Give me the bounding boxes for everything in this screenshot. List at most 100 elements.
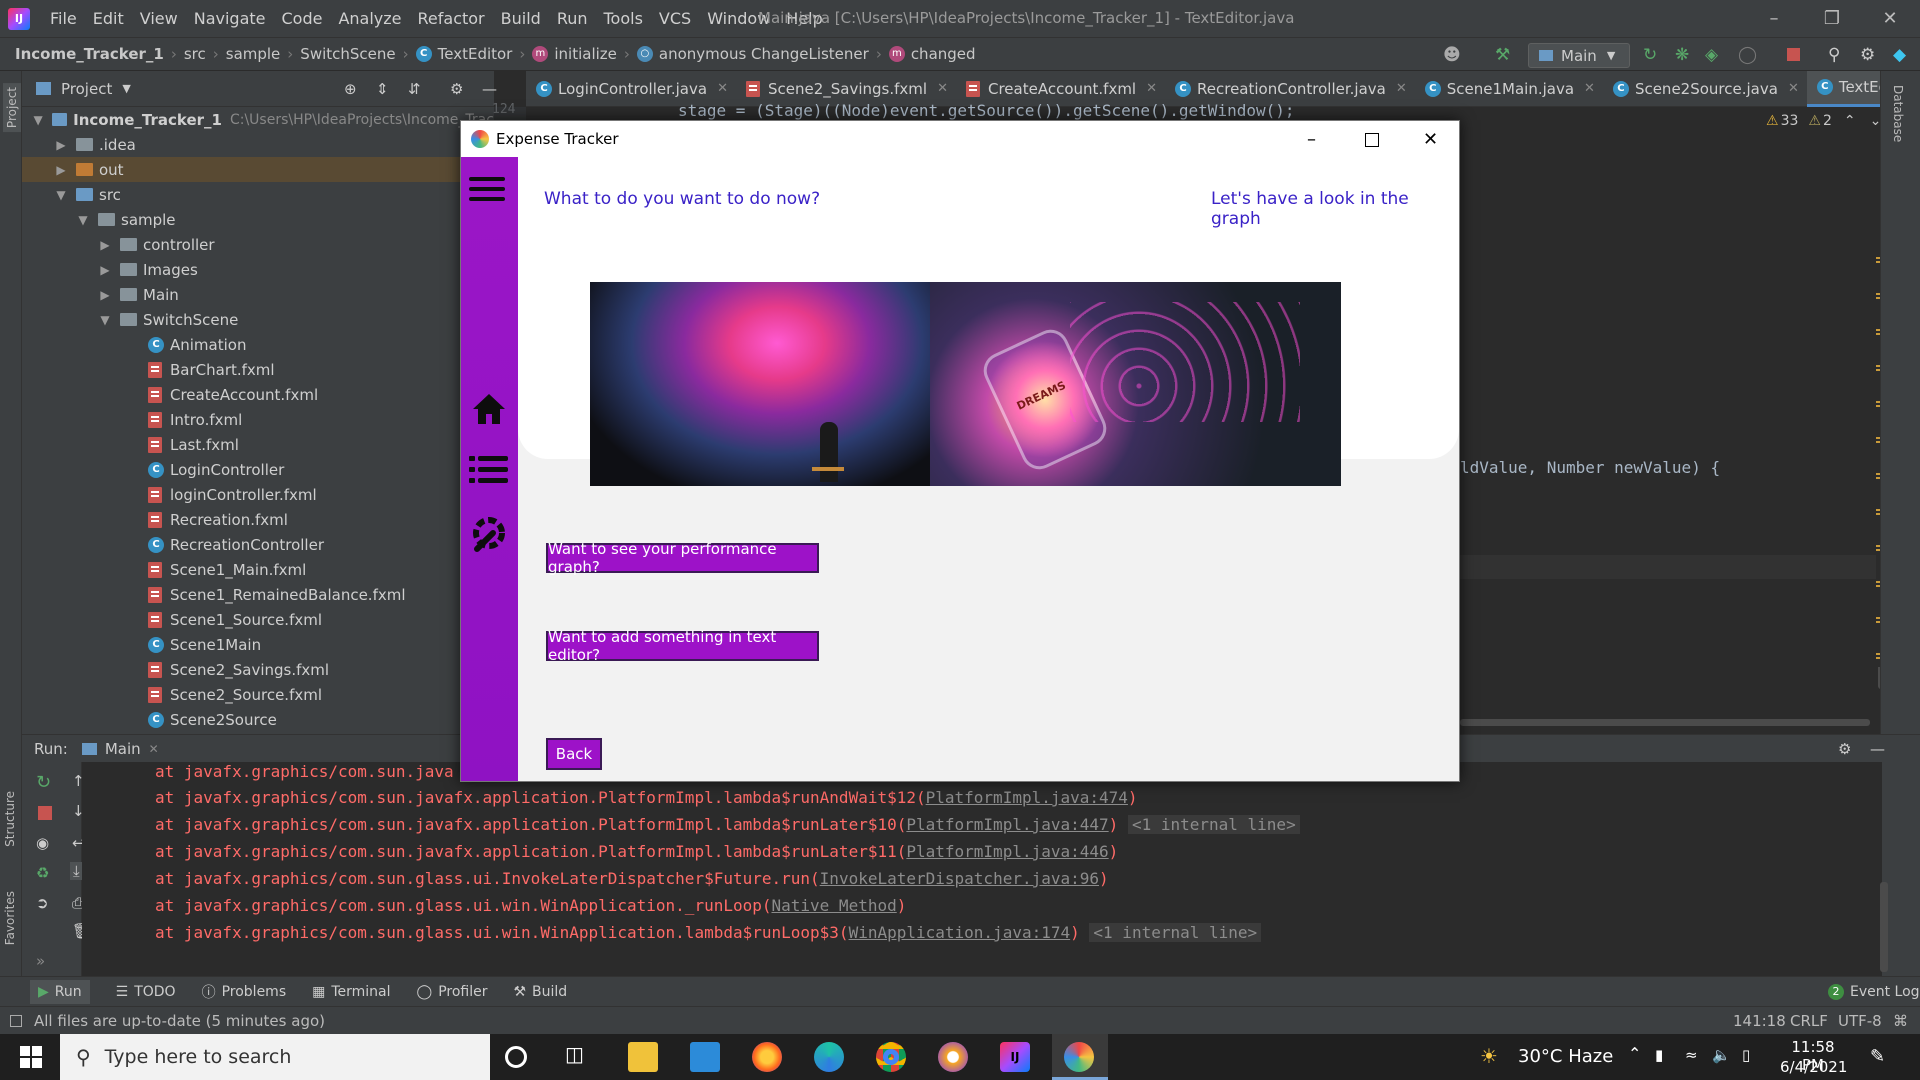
breadcrumb-sample[interactable]: sample — [226, 45, 281, 63]
expand-all-icon[interactable]: ⇕ — [376, 80, 389, 98]
debug-icon[interactable]: ❋ — [1675, 45, 1689, 65]
favorites-tool-tab[interactable]: Favorites — [3, 891, 17, 945]
chevron-down-icon[interactable]: ▼ — [32, 113, 44, 127]
chevron-down-icon[interactable]: ▼ — [122, 82, 130, 95]
text-editor-button[interactable]: Want to add something in text editor? — [546, 628, 819, 664]
file-encoding[interactable]: UTF-8 — [1838, 1012, 1882, 1030]
console-source-link[interactable]: WinApplication.java:174 — [849, 923, 1071, 942]
camera-icon[interactable]: ◉ — [36, 834, 49, 852]
internal-line-fold[interactable]: <1 internal line> — [1127, 815, 1300, 834]
tree-row-logincontrollerfxml[interactable]: loginController.fxml — [148, 482, 317, 507]
stop-icon[interactable] — [38, 806, 52, 820]
stop-icon[interactable] — [1787, 48, 1800, 61]
windows-start-icon[interactable] — [20, 1046, 42, 1068]
breadcrumb-project[interactable]: Income_Tracker_1 — [15, 45, 164, 63]
hide-panel-icon[interactable]: — — [482, 80, 497, 98]
tree-row-scene1remained[interactable]: Scene1_RemainedBalance.fxml — [148, 582, 406, 607]
chevron-down-icon[interactable]: ▼ — [76, 213, 90, 227]
collapse-all-icon[interactable]: ⇵ — [408, 80, 421, 98]
chevron-right-icon[interactable]: ▶ — [54, 163, 68, 177]
run-config-select[interactable]: Main ▼ — [1528, 43, 1630, 68]
menu-run[interactable]: Run — [549, 9, 596, 28]
hide-panel-icon[interactable]: — — [1870, 740, 1885, 758]
breadcrumb-switchscene[interactable]: SwitchScene — [300, 45, 395, 63]
tree-row-intro[interactable]: Intro.fxml — [148, 407, 242, 432]
run-console-output[interactable]: at javafx.graphics/com.sun.java at javaf… — [82, 762, 1888, 976]
app-minimize-button[interactable]: – — [1307, 129, 1316, 150]
tree-row-main[interactable]: ▶ Main — [98, 282, 178, 307]
ide-minimize-button[interactable]: – — [1745, 0, 1803, 37]
console-source-link[interactable]: Native Method — [772, 896, 897, 915]
breadcrumb-texteditor[interactable]: TextEditor — [438, 45, 513, 63]
tree-row-idea[interactable]: ▶ .idea — [54, 132, 136, 157]
locate-icon[interactable]: ⊕ — [344, 80, 357, 98]
chevron-down-icon[interactable]: ▼ — [54, 188, 68, 202]
close-icon[interactable]: ✕ — [1396, 81, 1407, 96]
console-source-link[interactable]: PlatformImpl.java:446 — [906, 842, 1108, 861]
console-source-link[interactable]: PlatformImpl.java:474 — [926, 788, 1128, 807]
tree-row-sample[interactable]: ▼ sample — [76, 207, 175, 232]
profile-icon[interactable]: ◯ — [1738, 45, 1757, 65]
menu-file[interactable]: File — [42, 9, 85, 28]
coverage-icon[interactable]: ◈ — [1705, 45, 1718, 65]
expense-tracker-taskbar-icon[interactable] — [1064, 1042, 1094, 1072]
tree-row-switchscene[interactable]: ▼ SwitchScene — [98, 307, 238, 332]
weather-text[interactable]: 30°C Haze — [1518, 1046, 1613, 1067]
tree-row-src[interactable]: ▼ src — [54, 182, 121, 207]
close-icon[interactable]: ✕ — [937, 81, 948, 96]
tool-tab-event-log[interactable]: 2 Event Log — [1828, 983, 1920, 1000]
tab-scene2source[interactable]: C Scene2Source.java ✕ — [1603, 71, 1807, 107]
hamburger-menu-icon[interactable] — [461, 157, 518, 217]
menu-navigate[interactable]: Navigate — [186, 9, 274, 28]
chevron-right-icon[interactable]: ▶ — [98, 288, 112, 302]
home-icon[interactable] — [471, 392, 507, 426]
chrome-icon[interactable] — [876, 1042, 906, 1072]
tablet-mode-icon[interactable]: ▯ — [1742, 1046, 1750, 1064]
menu-refactor[interactable]: Refactor — [410, 9, 493, 28]
menu-build[interactable]: Build — [493, 9, 549, 28]
menu-analyze[interactable]: Analyze — [330, 9, 409, 28]
tree-row-scene1main[interactable]: Scene1_Main.fxml — [148, 557, 306, 582]
toolbox-icon[interactable]: ◆ — [1893, 45, 1906, 65]
battery-icon[interactable]: ▮ — [1655, 1046, 1663, 1064]
chevron-right-icon[interactable]: ▶ — [54, 138, 68, 152]
tree-row-barchart[interactable]: BarChart.fxml — [148, 357, 275, 382]
project-tool-tab[interactable]: Project — [3, 83, 21, 133]
user-icon[interactable]: ☻ — [1443, 45, 1461, 65]
tab-scene1main[interactable]: C Scene1Main.java ✕ — [1415, 71, 1603, 107]
caret-position[interactable]: 141:18 — [1733, 1012, 1786, 1030]
console-source-link[interactable]: InvokeLaterDispatcher.java:96 — [820, 869, 1099, 888]
tools-icon[interactable] — [469, 513, 509, 553]
task-view-icon[interactable]: ◫ — [565, 1042, 595, 1072]
tree-row-createaccount[interactable]: CreateAccount.fxml — [148, 382, 318, 407]
tool-tab-terminal[interactable]: ▦ Terminal — [312, 984, 390, 1000]
lock-icon[interactable]: ⌘ — [1893, 1012, 1908, 1030]
tree-row-root[interactable]: ▼ Income_Tracker_1 C:\Users\HP\IdeaProje… — [32, 107, 495, 132]
gear-icon[interactable]: ⚙ — [450, 80, 463, 98]
tree-row-scene1source[interactable]: Scene1_Source.fxml — [148, 607, 322, 632]
console-source-link[interactable]: PlatformImpl.java:447 — [906, 815, 1108, 834]
menu-tools[interactable]: Tools — [596, 9, 651, 28]
tool-tab-build[interactable]: ⚒ Build — [513, 984, 567, 1000]
cortana-icon[interactable] — [505, 1046, 527, 1068]
gear-icon[interactable]: ⚙ — [1860, 45, 1875, 65]
tree-row-scene2savings[interactable]: Scene2_Savings.fxml — [148, 657, 329, 682]
menu-vcs[interactable]: VCS — [651, 9, 699, 28]
tree-row-out[interactable]: ▶ out — [22, 157, 494, 182]
close-icon[interactable]: ✕ — [717, 81, 728, 96]
tree-row-last[interactable]: Last.fxml — [148, 432, 239, 457]
horizontal-scrollbar[interactable] — [1460, 719, 1870, 726]
close-icon[interactable]: ✕ — [149, 742, 159, 756]
tree-row-logincontroller[interactable]: C LoginController — [148, 457, 284, 482]
performance-graph-button[interactable]: Want to see your performance graph? — [546, 540, 819, 576]
exit-icon[interactable]: ➲ — [36, 894, 49, 912]
tree-row-images[interactable]: ▶ Images — [98, 257, 197, 282]
clock-date[interactable]: 6/4/2021 — [1780, 1058, 1847, 1076]
breadcrumb-initialize[interactable]: initialize — [554, 45, 617, 63]
browser-icon[interactable] — [938, 1042, 968, 1072]
tree-row-controller[interactable]: ▶ controller — [98, 232, 214, 257]
back-button[interactable]: Back — [546, 738, 602, 770]
console-scrollbar[interactable] — [1880, 882, 1888, 972]
project-panel-title[interactable]: Project — [61, 80, 112, 98]
tool-tab-profiler[interactable]: ◯ Profiler — [417, 984, 488, 1000]
